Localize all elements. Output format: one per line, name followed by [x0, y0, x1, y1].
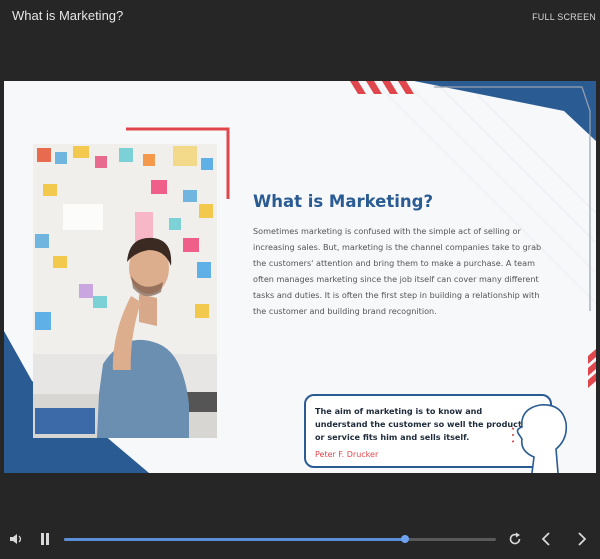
- corner-shape-top-right: [414, 81, 596, 141]
- hero-photo: [33, 144, 217, 438]
- progress-handle[interactable]: [401, 535, 410, 543]
- prev-icon[interactable]: [541, 532, 551, 546]
- title-bar: What is Marketing? FULL SCREEN: [0, 0, 600, 34]
- head-profile-icon: [512, 404, 568, 473]
- quote-text: The aim of marketing is to know and unde…: [315, 406, 522, 442]
- pause-icon[interactable]: [40, 533, 50, 545]
- next-icon[interactable]: [577, 532, 587, 546]
- slide-body-text: Sometimes marketing is confused with the…: [253, 226, 542, 316]
- window-title: What is Marketing?: [12, 8, 124, 23]
- slide-heading: What is Marketing?: [253, 192, 434, 211]
- player-controls: [0, 525, 600, 555]
- fullscreen-button[interactable]: FULL SCREEN: [532, 12, 596, 22]
- slide-canvas: What is Marketing? Sometimes marketing i…: [4, 81, 596, 473]
- red-stripes-right: [588, 349, 596, 388]
- progress-track[interactable]: [64, 535, 496, 543]
- quote-author: Peter F. Drucker: [315, 450, 379, 459]
- red-stripes-top: [350, 81, 414, 94]
- progress-fill: [64, 538, 406, 541]
- replay-icon[interactable]: [508, 532, 522, 546]
- volume-icon[interactable]: [9, 533, 23, 545]
